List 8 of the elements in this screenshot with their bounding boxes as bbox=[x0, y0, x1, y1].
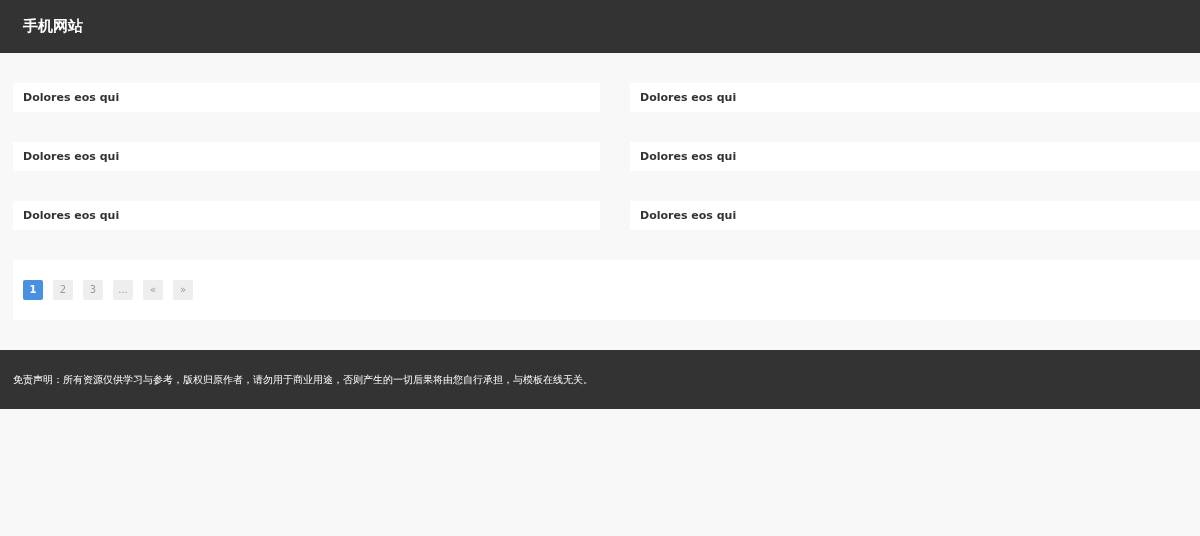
list-item[interactable]: Dolores eos qui bbox=[630, 142, 1200, 171]
list-item[interactable]: Dolores eos qui bbox=[13, 142, 600, 171]
list-item[interactable]: Dolores eos qui bbox=[13, 201, 600, 230]
disclaimer-text: 免责声明：所有资源仅供学习与参考，版权归原作者，请勿用于商业用途，否则产生的一切后果将由您自行承担，与模板在线无关。 bbox=[13, 372, 593, 387]
list-item[interactable]: Dolores eos qui bbox=[630, 201, 1200, 230]
list-item[interactable]: Dolores eos qui bbox=[630, 83, 1200, 112]
site-title: 手机网站 bbox=[23, 17, 83, 36]
list-item[interactable]: Dolores eos qui bbox=[13, 83, 600, 112]
